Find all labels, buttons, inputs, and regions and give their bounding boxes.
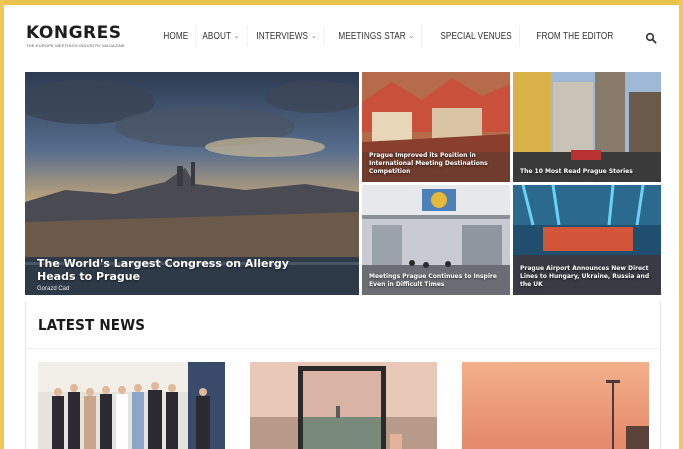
hero-main-story[interactable]: The World's Largest Congress on Allergy … (25, 72, 359, 295)
nav-item-from-the-editor[interactable]: FROM THE EDITOR (529, 25, 621, 47)
tablet-city-view-image (250, 362, 437, 449)
search-icon[interactable] (645, 31, 657, 44)
sunset-lamp-image (462, 362, 649, 449)
hero-tile-title[interactable]: The 10 Most Read Prague Stories (520, 168, 655, 176)
chevron-down-icon: ⌄ (234, 33, 240, 40)
site-container: KONGRES THE EUROPE MEETINGS INDUSTRY MAG… (4, 5, 679, 449)
nav-label: ABOUT (202, 30, 232, 42)
hero-tile-title[interactable]: Meetings Prague Continues to Inspire Eve… (369, 273, 504, 289)
nav-item-about[interactable]: ABOUT ⌄ (195, 25, 248, 47)
logo-title: KONGRES (26, 23, 122, 43)
hero-tile-title[interactable]: Prague Improved its Position in Internat… (369, 152, 504, 176)
hero-main-title[interactable]: The World's Largest Congress on Allergy … (37, 257, 297, 283)
hero-tile-exhibition[interactable]: Meetings Prague Continues to Inspire Eve… (362, 185, 510, 295)
nav-label: FROM THE EDITOR (536, 30, 614, 42)
group-photo-image (38, 362, 225, 449)
site-header: KONGRES THE EUROPE MEETINGS INDUSTRY MAG… (4, 5, 679, 67)
page-frame: KONGRES THE EUROPE MEETINGS INDUSTRY MAG… (0, 0, 683, 449)
hero-tile-title[interactable]: Prague Airport Announces New Direct Line… (520, 265, 655, 289)
prague-street-image (513, 72, 661, 182)
nav-label: INTERVIEWS (256, 30, 309, 42)
latest-news-heading: LATEST NEWS (38, 316, 146, 334)
news-card-thumbnail[interactable] (38, 362, 225, 449)
news-card-thumbnail[interactable] (250, 362, 437, 449)
nav-label: HOME (163, 30, 189, 42)
hero-tile-street[interactable]: The 10 Most Read Prague Stories (513, 72, 661, 182)
nav-label: MEETINGS STAR (338, 30, 407, 42)
hero-main-author: Gorazd Cad (37, 286, 70, 292)
news-card-thumbnail[interactable] (462, 362, 649, 449)
chevron-down-icon: ⌄ (409, 33, 415, 40)
frame-right-border (679, 0, 683, 449)
logo-subtitle: THE EUROPE MEETINGS INDUSTRY MAGAZINE (26, 43, 125, 48)
nav-label: SPECIAL VENUES (439, 30, 512, 42)
hero-tile-airport[interactable]: Prague Airport Announces New Direct Line… (513, 185, 661, 295)
main-nav: HOME ABOUT ⌄ INTERVIEWS ⌄ MEETINGS STAR … (156, 25, 631, 47)
nav-item-interviews[interactable]: INTERVIEWS ⌄ (249, 25, 325, 47)
nav-item-meetings-star[interactable]: MEETINGS STAR ⌄ (331, 25, 423, 47)
nav-item-special-venues[interactable]: SPECIAL VENUES (433, 25, 520, 47)
site-logo[interactable]: KONGRES THE EUROPE MEETINGS INDUSTRY MAG… (26, 24, 125, 48)
latest-news-divider (25, 348, 661, 349)
chevron-down-icon: ⌄ (311, 33, 317, 40)
hero-tile-rooftops[interactable]: Prague Improved its Position in Internat… (362, 72, 510, 182)
nav-item-home[interactable]: HOME (156, 25, 197, 47)
